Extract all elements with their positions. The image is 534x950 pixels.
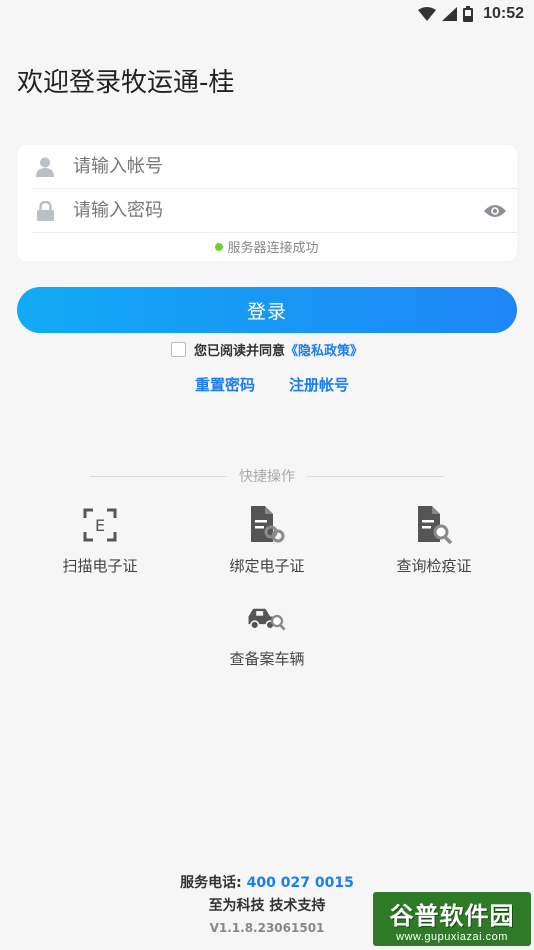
svg-text:E: E bbox=[95, 516, 105, 535]
status-dot-icon bbox=[215, 242, 224, 251]
account-input[interactable] bbox=[73, 156, 517, 177]
show-password-eye-icon[interactable] bbox=[483, 199, 507, 223]
phone-label: 服务电话: bbox=[180, 875, 242, 891]
truck-search-icon bbox=[247, 598, 287, 638]
battery-icon bbox=[463, 6, 474, 22]
register-link[interactable]: 注册帐号 bbox=[289, 374, 349, 395]
server-status-text: 服务器连接成功 bbox=[227, 241, 319, 256]
watermark-logo: 谷普软件园 www.gupuxiazai.com bbox=[373, 892, 531, 946]
divider-line bbox=[307, 475, 444, 477]
quick-action-label: 查备案车辆 bbox=[229, 650, 305, 668]
quick-action-bind-certificate[interactable]: 绑定电子证 bbox=[197, 505, 337, 576]
service-phone: 服务电话: 400 027 0015 bbox=[0, 872, 534, 892]
quick-action-label: 绑定电子证 bbox=[229, 557, 305, 575]
login-button[interactable]: 登录 bbox=[17, 287, 517, 333]
watermark-url: www.gupuxiazai.com bbox=[396, 930, 508, 943]
divider-line bbox=[90, 475, 227, 477]
watermark-title: 谷普软件园 bbox=[389, 901, 515, 930]
agreement-row: 您已阅读并同意《隐私政策》 bbox=[0, 340, 534, 359]
quick-action-query-vehicle[interactable]: 查备案车辆 bbox=[197, 598, 337, 669]
password-input[interactable] bbox=[73, 200, 483, 221]
phone-number[interactable]: 400 027 0015 bbox=[247, 875, 354, 891]
lock-icon bbox=[33, 199, 57, 223]
agree-checkbox[interactable] bbox=[170, 342, 186, 357]
password-row bbox=[33, 189, 517, 233]
login-form: 服务器连接成功 bbox=[17, 145, 517, 261]
privacy-policy-link[interactable]: 《隐私政策》 bbox=[285, 344, 363, 359]
quick-action-scan-certificate[interactable]: E 扫描电子证 bbox=[30, 505, 170, 576]
document-search-icon bbox=[414, 505, 454, 545]
user-icon bbox=[33, 155, 57, 179]
quick-actions-divider: 快捷操作 bbox=[90, 466, 444, 486]
scan-frame-icon: E bbox=[80, 505, 120, 545]
document-link-icon bbox=[247, 505, 287, 545]
status-bar: 10:52 bbox=[0, 0, 534, 28]
signal-icon bbox=[442, 7, 458, 21]
wifi-icon bbox=[418, 7, 437, 21]
page-title: 欢迎登录牧运通-桂 bbox=[17, 68, 235, 98]
account-links: 重置密码 注册帐号 bbox=[0, 374, 534, 395]
quick-actions-title: 快捷操作 bbox=[239, 469, 295, 485]
quick-action-label: 扫描电子证 bbox=[62, 557, 138, 575]
status-time: 10:52 bbox=[483, 5, 524, 22]
reset-password-link[interactable]: 重置密码 bbox=[195, 374, 255, 395]
server-status: 服务器连接成功 bbox=[17, 237, 517, 256]
quick-action-query-quarantine[interactable]: 查询检疫证 bbox=[364, 505, 504, 576]
account-row bbox=[33, 145, 517, 189]
agreement-text: 您已阅读并同意 bbox=[193, 344, 285, 359]
quick-action-label: 查询检疫证 bbox=[396, 557, 472, 575]
